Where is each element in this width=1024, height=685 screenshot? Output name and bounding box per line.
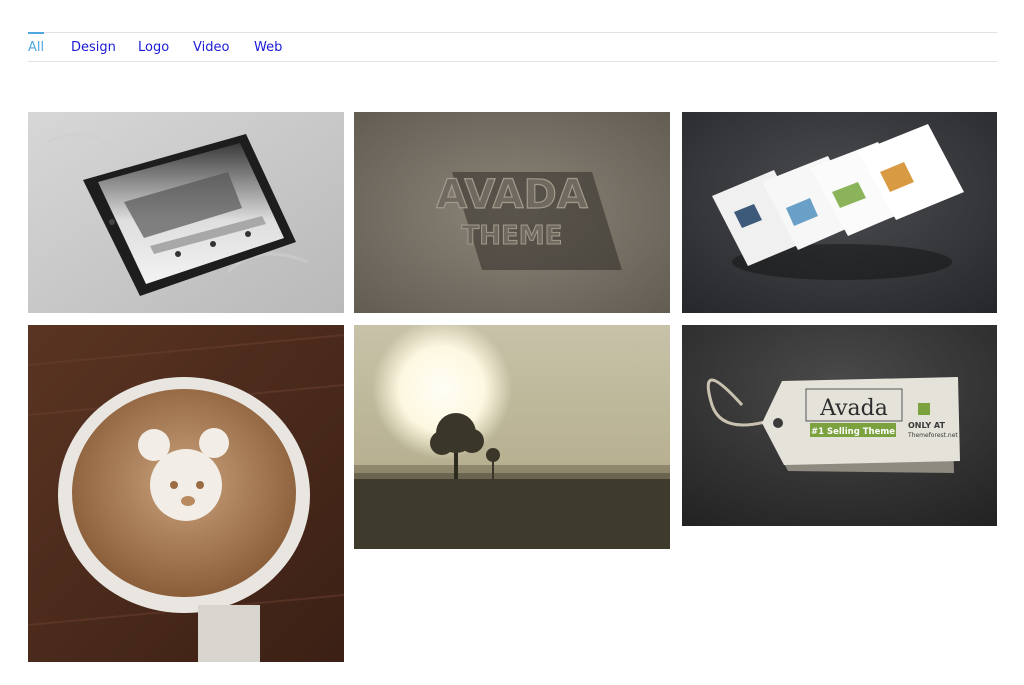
thumbs-up-icon bbox=[918, 403, 930, 415]
portfolio-item-coffee[interactable] bbox=[28, 325, 344, 662]
filter-web[interactable]: Web bbox=[254, 33, 282, 62]
portfolio-item-foggy-sunrise[interactable] bbox=[354, 325, 670, 549]
avada-price-tag-image: Avada #1 Selling Theme ONLY AT Themefore… bbox=[682, 325, 997, 526]
portfolio-item-web-pages[interactable] bbox=[682, 112, 997, 313]
portfolio-item-avada-tag[interactable]: Avada #1 Selling Theme ONLY AT Themefore… bbox=[682, 325, 997, 526]
portfolio-filter-bar: All Design Logo Video Web bbox=[28, 32, 997, 62]
avada-word: AVADA bbox=[436, 172, 588, 218]
tag-badge: #1 Selling Theme bbox=[811, 427, 895, 437]
tag-only-at: ONLY AT bbox=[908, 421, 945, 430]
theme-word: THEME bbox=[462, 221, 563, 251]
portfolio-item-avada-theme[interactable]: AVADA THEME bbox=[354, 112, 670, 313]
floating-web-pages-image bbox=[682, 112, 997, 313]
filter-all[interactable]: All bbox=[28, 32, 45, 62]
filter-video[interactable]: Video bbox=[193, 33, 229, 62]
portfolio-item-tablet[interactable] bbox=[28, 112, 344, 313]
tag-site: Themeforest.net bbox=[907, 432, 958, 439]
tablet-mockup-image bbox=[28, 112, 344, 313]
avada-theme-emboss-image: AVADA THEME bbox=[354, 112, 670, 313]
filter-logo[interactable]: Logo bbox=[138, 33, 169, 62]
latte-art-image bbox=[28, 325, 344, 662]
foggy-sunrise-image bbox=[354, 325, 670, 549]
filter-design[interactable]: Design bbox=[71, 33, 116, 62]
tag-brand: Avada bbox=[819, 396, 888, 421]
